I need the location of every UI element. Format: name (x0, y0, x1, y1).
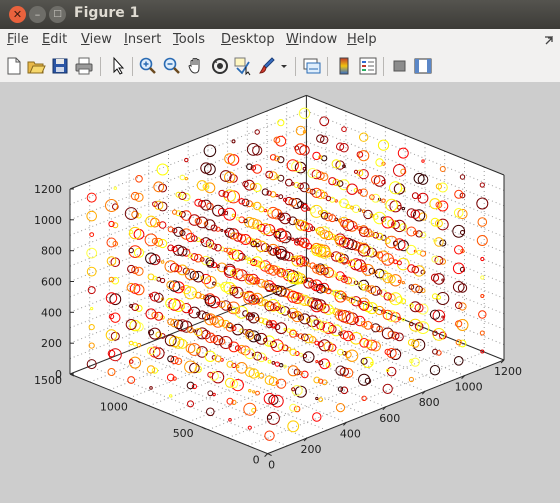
menu-desktop-rest: esktop (231, 32, 275, 47)
menu-view[interactable]: View (81, 32, 112, 47)
show-plot-tools-icon[interactable] (413, 56, 433, 76)
menu-edit-rest: dit (50, 32, 68, 47)
close-icon[interactable]: ✕ (9, 6, 26, 23)
y-tick-label: 1000 (100, 401, 128, 414)
menu-edit[interactable]: Edit (42, 32, 67, 47)
pan-hand-icon[interactable] (186, 56, 206, 76)
zoom-in-icon[interactable] (138, 56, 158, 76)
menu-desktop[interactable]: Desktop (221, 32, 275, 47)
x-tick-label: 800 (419, 396, 440, 409)
menu-tools-rest: ools (178, 32, 206, 47)
menu-insert[interactable]: Insert (124, 32, 161, 47)
select-arrow-icon[interactable] (108, 56, 128, 76)
y-tick (267, 453, 272, 457)
figure-window: ✕ – □ Figure 1 File Edit View Insert Too… (0, 0, 560, 503)
z-tick-label: 1000 (34, 214, 62, 227)
menu-desktop-mnemonic: D (221, 32, 232, 47)
menu-help-mnemonic: H (347, 32, 357, 47)
x-tick-label: 0 (268, 459, 275, 472)
menu-view-mnemonic: V (81, 32, 90, 47)
menu-file[interactable]: File (7, 32, 29, 47)
x-tick-label: 1200 (494, 365, 522, 378)
z-tick-label: 600 (41, 276, 62, 289)
z-tick-label: 400 (41, 306, 62, 319)
menu-view-rest: iew (89, 32, 112, 47)
menu-window-mnemonic: W (286, 32, 299, 47)
scatter3-axes[interactable]: 0200400600800100012000500100015000200400… (0, 82, 560, 503)
toolbar-separator (132, 57, 133, 76)
toolbar-separator (100, 57, 101, 76)
toolbar-separator (383, 57, 384, 76)
brush-icon[interactable] (257, 56, 277, 76)
menu-bar: File Edit View Insert Tools Desktop Wind… (0, 29, 560, 51)
maximize-icon[interactable]: □ (49, 6, 66, 23)
x-tick-label: 1000 (455, 381, 483, 394)
menu-tools[interactable]: Tools (173, 32, 205, 47)
window-title: Figure 1 (74, 5, 140, 21)
x-tick-label: 600 (379, 412, 400, 425)
new-figure-icon[interactable] (4, 56, 24, 76)
rotate-3d-icon[interactable] (210, 56, 230, 76)
menu-insert-rest: nsert (127, 32, 162, 47)
legend-icon[interactable] (358, 56, 378, 76)
link-plot-icon[interactable] (302, 56, 322, 76)
menu-help-rest: elp (356, 32, 377, 47)
toolbar (0, 51, 560, 83)
z-tick-label: 1200 (34, 183, 62, 196)
minimize-icon[interactable]: – (29, 6, 46, 23)
data-cursor-icon[interactable] (233, 56, 253, 76)
y-tick-label: 0 (253, 454, 260, 467)
figure-area: 0 200 400 600 800 1000 1200 0 500 1000 1500 0 200 400… (0, 82, 560, 503)
hide-plot-tools-icon[interactable] (390, 56, 410, 76)
save-icon[interactable] (50, 56, 70, 76)
menu-help[interactable]: Help (347, 32, 377, 47)
open-file-icon[interactable] (26, 56, 46, 76)
z-tick-label: 800 (41, 245, 62, 258)
z-tick-label: 200 (41, 337, 62, 350)
x-tick-label: 200 (301, 443, 322, 456)
y-tick-label: 500 (173, 427, 194, 440)
menu-window[interactable]: Window (286, 32, 337, 47)
toolbar-separator (327, 57, 328, 76)
menu-window-rest: indow (298, 32, 338, 47)
menu-edit-mnemonic: E (42, 32, 51, 47)
print-icon[interactable] (74, 56, 94, 76)
x-tick-label: 400 (340, 427, 361, 440)
z-tick-label: 0 (55, 368, 62, 381)
title-bar: ✕ – □ Figure 1 (0, 0, 560, 29)
toolbar-separator (295, 57, 296, 76)
x-tick (264, 453, 268, 457)
brush-dropdown-icon[interactable] (279, 56, 289, 76)
colorbar-icon[interactable] (334, 56, 354, 76)
menu-file-rest: ile (13, 32, 29, 47)
zoom-out-icon[interactable] (162, 56, 182, 76)
dock-arrow-icon[interactable] (543, 34, 555, 46)
